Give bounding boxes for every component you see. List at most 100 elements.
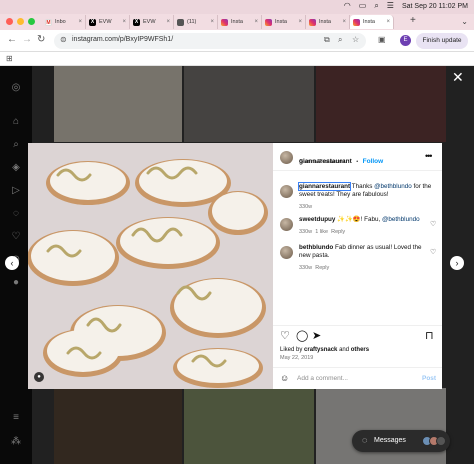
post-photo[interactable]: ● — [28, 143, 273, 389]
separator-dot: • — [356, 159, 359, 165]
wifi-icon[interactable]: ◠ — [344, 1, 351, 11]
comment-meta: 330w 1 like Reply — [299, 228, 429, 236]
control-center-icon[interactable]: ☰ — [387, 1, 394, 11]
post-modal: ● giannarestaurant • Follow Gianna Resta… — [28, 143, 442, 389]
tab-strip: M Inbo × X EVW × X EVW × (11) × Insta × … — [0, 14, 474, 30]
comment-time[interactable]: 330w — [299, 204, 312, 210]
close-tab-icon[interactable]: × — [210, 19, 214, 25]
post-date[interactable]: May 22, 2019 — [280, 355, 313, 361]
like-heart-icon[interactable]: ♡ — [280, 330, 290, 342]
x-icon: X — [89, 18, 96, 26]
comment: giannarestaurant Thanks @bethblundo for … — [297, 182, 434, 211]
back-arrow-icon[interactable]: ← — [7, 35, 17, 45]
sidebar-icon[interactable]: ▣ — [378, 35, 386, 45]
search-icon[interactable]: ⌕ — [374, 1, 378, 11]
tab-instagram-1[interactable]: Insta × — [218, 15, 262, 29]
reply-button[interactable]: Reply — [331, 229, 345, 235]
browser-toolbar: ← → ↻ ⊜ instagram.com/p/BxyIP9WFSh1/ ⧉ ⌕… — [0, 30, 474, 52]
calendar-icon[interactable]: ▭ — [359, 1, 367, 11]
comment-text: Thanks — [351, 183, 373, 190]
url-text[interactable]: instagram.com/p/BxyIP9WFSh1/ — [72, 36, 173, 43]
tab-x-1[interactable]: X EVW × — [86, 15, 130, 29]
post-location[interactable]: Gianna Restaurant — [299, 159, 345, 165]
address-bar[interactable]: ⊜ instagram.com/p/BxyIP9WFSh1/ ⧉ ⌕ ☆ — [54, 33, 366, 49]
comment-icon[interactable]: ◯ — [296, 330, 308, 342]
site-info-icon[interactable]: ⊜ — [60, 35, 67, 44]
tab-label: Inbo — [55, 19, 66, 25]
comment-mention[interactable]: @bethblundo — [382, 216, 420, 223]
instagram-icon — [221, 18, 228, 26]
menubar-clock[interactable]: Sat Sep 20 11:02 PM — [402, 3, 468, 10]
comment-username[interactable]: bethblundo — [299, 244, 333, 251]
zoom-icon[interactable]: ⌕ — [338, 35, 342, 45]
like-comment-heart-icon[interactable]: ♡ — [430, 248, 436, 256]
apps-grid-icon[interactable]: ⊞ — [6, 54, 13, 63]
minimize-window-button[interactable] — [17, 18, 24, 25]
instagram-icon — [265, 18, 272, 26]
post-comment-button[interactable]: Post — [422, 375, 436, 382]
tab-label: (11) — [187, 19, 197, 25]
tab-instagram-2[interactable]: Insta × — [262, 15, 306, 29]
comment-mention[interactable]: @bethblundo — [374, 183, 412, 190]
messages-button[interactable]: ◌ Messages — [352, 430, 450, 452]
post-details-panel: giannarestaurant • Follow Gianna Restaur… — [273, 143, 442, 389]
bookmark-star-icon[interactable]: ☆ — [352, 35, 359, 44]
comment-likes[interactable]: 1 like — [315, 229, 328, 235]
liked-by-label: Liked by — [280, 347, 303, 353]
comment-username[interactable]: giannarestaurant — [297, 182, 352, 191]
liked-by-and: and — [339, 347, 350, 353]
close-icon[interactable]: ✕ — [452, 70, 464, 84]
comment-username[interactable]: sweetdupuy — [299, 216, 335, 223]
close-tab-icon[interactable]: × — [78, 19, 82, 25]
x-icon: X — [133, 18, 140, 26]
new-tab-button[interactable]: + — [410, 16, 416, 26]
add-comment-bar: ☺ Add a comment... Post — [273, 367, 442, 389]
avatar[interactable] — [280, 218, 293, 231]
tab-instagram-3[interactable]: Insta × — [306, 15, 350, 29]
tab-label: Insta — [275, 19, 287, 25]
save-bookmark-icon[interactable]: ⊓ — [425, 330, 434, 342]
gmail-icon: M — [45, 18, 52, 26]
close-tab-icon[interactable]: × — [342, 19, 346, 25]
more-options-icon[interactable]: ••• — [425, 151, 433, 161]
avatar[interactable] — [280, 185, 293, 198]
tagged-users-icon[interactable]: ● — [34, 372, 44, 382]
tab-label: EVW — [99, 19, 112, 25]
finish-update-button[interactable]: Finish update — [416, 33, 468, 49]
close-tab-icon[interactable]: × — [254, 19, 258, 25]
follow-button[interactable]: Follow — [363, 158, 384, 165]
next-post-arrow-icon[interactable]: › — [450, 256, 464, 270]
tab-x-2[interactable]: X EVW × — [130, 15, 174, 29]
share-icon[interactable]: ➤ — [312, 330, 321, 342]
messages-label: Messages — [374, 437, 406, 444]
comment: bethblundo Fab dinner as usual! Loved th… — [299, 244, 429, 272]
previous-post-arrow-icon[interactable]: ‹ — [5, 256, 19, 270]
close-tab-icon[interactable]: × — [298, 19, 302, 25]
close-tab-icon[interactable]: × — [386, 19, 390, 25]
emoji-icon[interactable]: ☺ — [280, 373, 289, 383]
tab-notifications[interactable]: (11) × — [174, 15, 218, 29]
forward-arrow-icon[interactable]: → — [22, 35, 32, 45]
window-controls — [6, 18, 35, 25]
tab-instagram-active[interactable]: Insta × — [350, 15, 394, 29]
zoom-window-button[interactable] — [28, 18, 35, 25]
avatar[interactable] — [280, 246, 293, 259]
reply-button[interactable]: Reply — [315, 265, 329, 271]
comment-time[interactable]: 330w — [299, 265, 312, 271]
tab-label: EVW — [143, 19, 156, 25]
comment-input[interactable]: Add a comment... — [297, 375, 348, 382]
tab-search-icon[interactable]: ⌄ — [461, 17, 468, 26]
install-app-icon[interactable]: ⧉ — [324, 35, 330, 45]
avatar[interactable] — [280, 151, 293, 164]
tab-gmail[interactable]: M Inbo × — [42, 15, 86, 29]
close-tab-icon[interactable]: × — [166, 19, 170, 25]
comment-time[interactable]: 330w — [299, 229, 312, 235]
close-tab-icon[interactable]: × — [122, 19, 126, 25]
reload-icon[interactable]: ↻ — [37, 35, 45, 45]
profile-avatar[interactable]: E — [400, 35, 411, 46]
like-comment-heart-icon[interactable]: ♡ — [430, 220, 436, 228]
liked-by-user[interactable]: craftysnack — [304, 347, 337, 353]
liked-by-others[interactable]: others — [351, 347, 369, 353]
close-window-button[interactable] — [6, 18, 13, 25]
comment-meta: 330w — [299, 203, 434, 211]
